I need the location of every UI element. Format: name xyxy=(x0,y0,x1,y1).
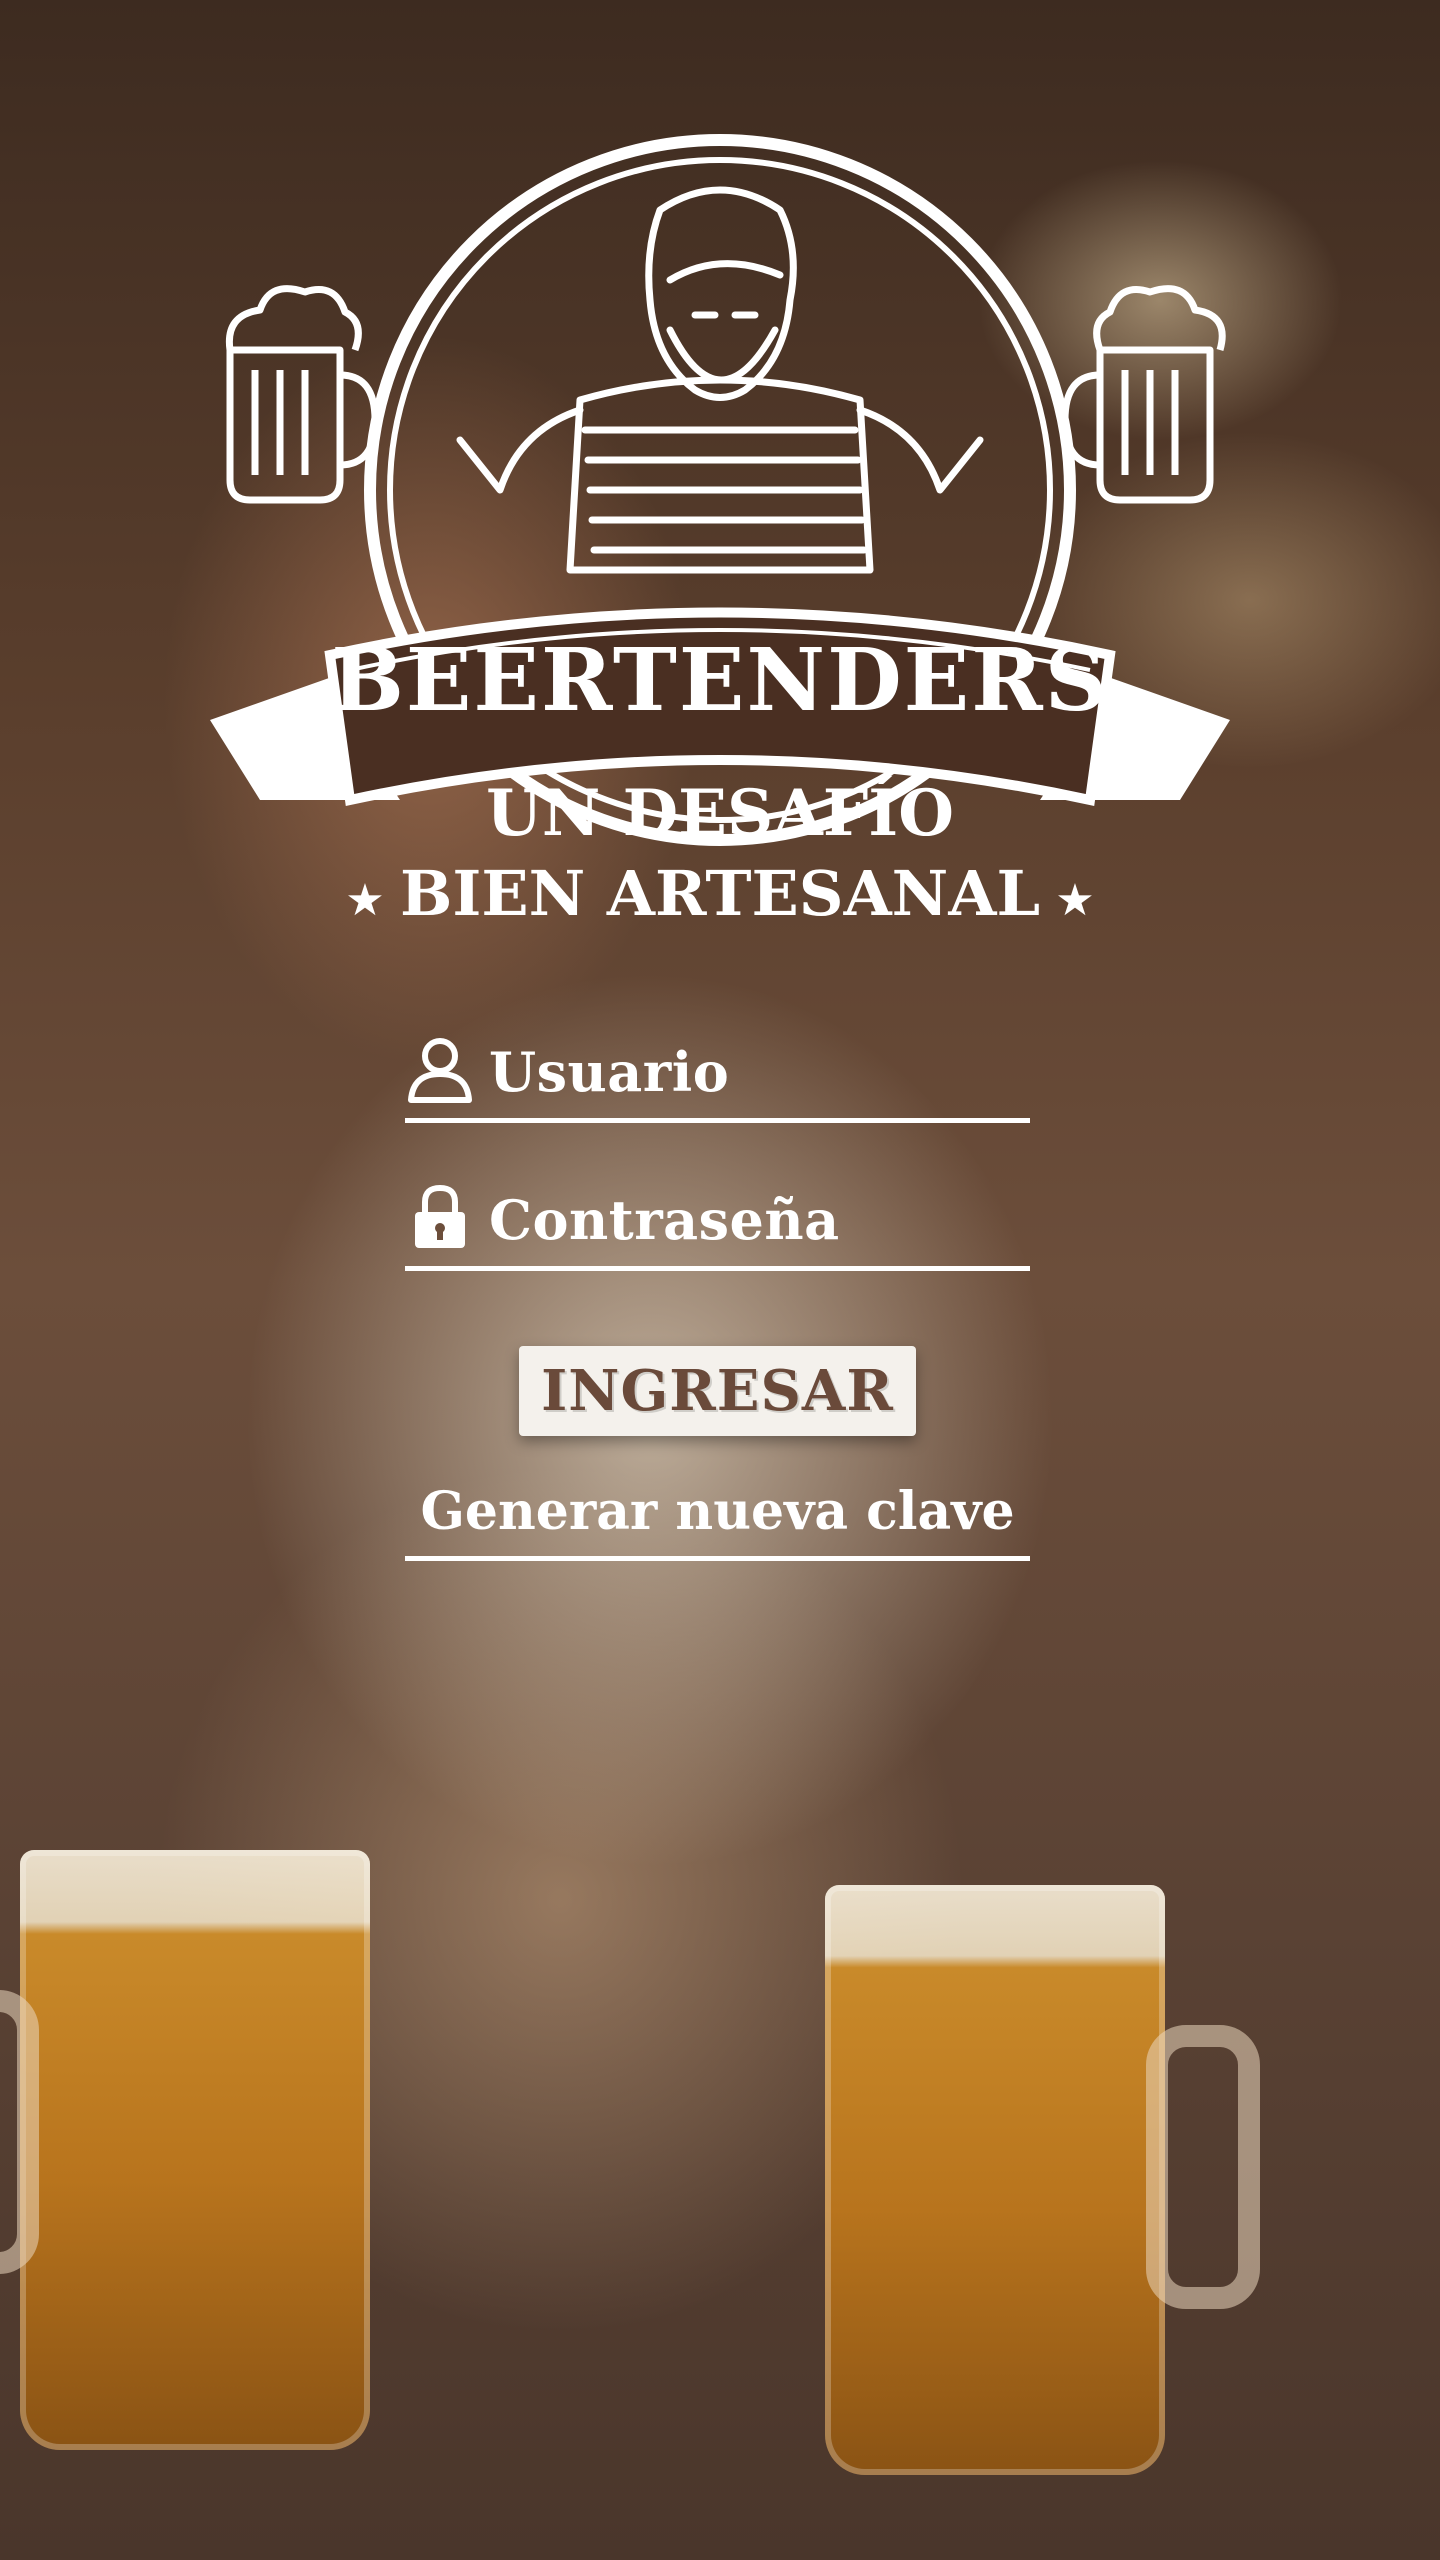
password-label: Contraseña xyxy=(489,1188,840,1252)
logo-tagline-line1: UN DESAFÍO xyxy=(486,776,954,851)
beer-mug-left xyxy=(0,1850,370,2450)
username-field[interactable]: Usuario xyxy=(405,1005,1030,1123)
star-icon: ★ xyxy=(1055,875,1094,926)
reset-password-link[interactable]: Generar nueva clave xyxy=(405,1481,1030,1561)
mug-left-icon xyxy=(225,285,379,504)
login-button[interactable]: INGRESAR xyxy=(519,1346,916,1436)
login-screen: BEERTENDERS UN DESAFÍO BIEN ARTESANAL ★ … xyxy=(0,0,1440,2560)
logo-tagline-line2: BIEN ARTESANAL xyxy=(400,857,1040,930)
beertenders-logo: BEERTENDERS UN DESAFÍO BIEN ARTESANAL ★ … xyxy=(210,134,1230,930)
star-icon: ★ xyxy=(345,875,384,926)
lock-icon xyxy=(415,1184,465,1248)
login-form: Usuario Contraseña INGRESAR Generar nuev… xyxy=(405,1005,1030,1561)
bartender-illustration xyxy=(456,186,984,574)
username-label: Usuario xyxy=(489,1040,730,1104)
beer-mug-right xyxy=(825,1885,1260,2475)
user-icon xyxy=(408,1038,472,1103)
mug-right-icon xyxy=(1061,285,1226,504)
password-field[interactable]: Contraseña xyxy=(405,1153,1030,1271)
submit-wrap: INGRESAR xyxy=(405,1346,1030,1436)
logo-brand: BEERTENDERS xyxy=(331,630,1109,731)
